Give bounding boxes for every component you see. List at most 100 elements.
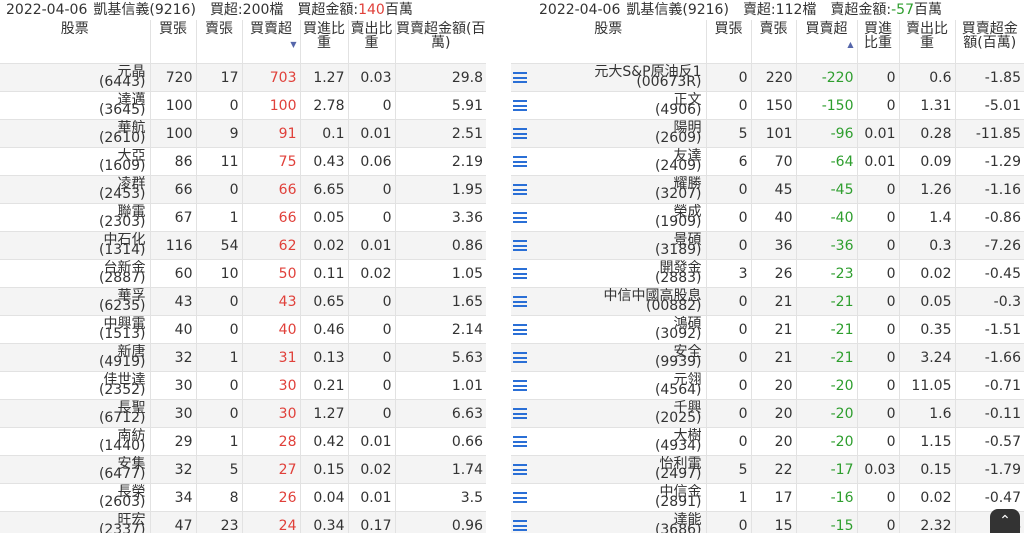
table-row[interactable]: 安集 (6477) 32 5 27 0.15 0.02 1.74: [0, 455, 486, 484]
stock-cell[interactable]: 友達 (2409): [511, 147, 706, 176]
table-row[interactable]: 大亞 (1609) 86 11 75 0.43 0.06 2.19: [0, 147, 486, 176]
table-row[interactable]: 元翎 (4564) 0 20 -20 0 11.05 -0.71: [511, 371, 1024, 400]
table-row[interactable]: 旺宏 (2337) 47 23 24 0.34 0.17 0.96: [0, 511, 486, 533]
table-row[interactable]: 安全 (9939) 0 21 -21 0 3.24 -1.66: [511, 343, 1024, 372]
table-row[interactable]: 正文 (4906) 0 150 -150 0 1.31 -5.01: [511, 91, 1024, 120]
cell-sell: 5: [195, 455, 242, 484]
stock-cell[interactable]: 千興 (2025): [511, 399, 706, 428]
column-header[interactable]: 賣出比重: [898, 20, 955, 64]
column-header[interactable]: 買賣超金額(百萬): [954, 20, 1024, 64]
stock-cell[interactable]: 中石化 (1314): [0, 231, 150, 260]
stock-cell[interactable]: 達能 (3686): [511, 511, 706, 533]
table-row[interactable]: 達邁 (3645) 100 0 100 2.78 0 5.91: [0, 91, 486, 120]
table-row[interactable]: 元大S&P原油反1 (00673R) 0 220 -220 0 0.6 -1.85: [511, 63, 1024, 92]
column-header[interactable]: 股票: [0, 20, 150, 64]
stock-cell[interactable]: 中信金 (2891): [511, 483, 706, 512]
stock-cell[interactable]: 大亞 (1609): [0, 147, 150, 176]
table-row[interactable]: 長聖 (6712) 30 0 30 1.27 0 6.63: [0, 399, 486, 428]
table-row[interactable]: 鴻碩 (3092) 0 21 -21 0 0.35 -1.51: [511, 315, 1024, 344]
table-row[interactable]: 友達 (2409) 6 70 -64 0.01 0.09 -1.29: [511, 147, 1024, 176]
stock-code: (00673R): [636, 73, 702, 90]
table-row[interactable]: 榮成 (1909) 0 40 -40 0 1.4 -0.86: [511, 203, 1024, 232]
cell-net: 30: [241, 371, 300, 400]
column-header[interactable]: 買張: [149, 20, 196, 64]
column-header[interactable]: 買進比重: [299, 20, 348, 64]
table-row[interactable]: 長榮 (2603) 34 8 26 0.04 0.01 3.5: [0, 483, 486, 512]
table-row[interactable]: 南紡 (1440) 29 1 28 0.42 0.01 0.66: [0, 427, 486, 456]
cell-sell: 10: [195, 259, 242, 288]
stock-cell[interactable]: 陽明 (2609): [511, 119, 706, 148]
table-row[interactable]: 怡利電 (2497) 5 22 -17 0.03 0.15 -1.79: [511, 455, 1024, 484]
stock-cell[interactable]: 聯電 (2303): [0, 203, 150, 232]
table-row[interactable]: 凌群 (2453) 66 0 66 6.65 0 1.95: [0, 175, 486, 204]
stock-cell[interactable]: 達邁 (3645): [0, 91, 150, 120]
stock-cell[interactable]: 旺宏 (2337): [0, 511, 150, 533]
cell-buy: 30: [149, 399, 196, 428]
stock-code: (1513): [98, 325, 146, 342]
cell-net: 24: [241, 511, 300, 533]
cell-sell: 9: [195, 119, 242, 148]
cell-buy-pct: 0.11: [299, 259, 348, 288]
stock-cell[interactable]: 安集 (6477): [0, 455, 150, 484]
table-row[interactable]: 聯電 (2303) 67 1 66 0.05 0 3.36: [0, 203, 486, 232]
stock-cell[interactable]: 中信中國高股息 (00882): [511, 287, 706, 316]
column-header[interactable]: 股票: [511, 20, 706, 64]
stock-cell[interactable]: 怡利電 (2497): [511, 455, 706, 484]
table-row[interactable]: 元晶 (6443) 720 17 703 1.27 0.03 29.8: [0, 63, 486, 92]
table-row[interactable]: 耀勝 (3207) 0 45 -45 0 1.26 -1.16: [511, 175, 1024, 204]
cell-sell: 54: [195, 231, 242, 260]
table-row[interactable]: 新唐 (4919) 32 1 31 0.13 0 5.63: [0, 343, 486, 372]
stock-cell[interactable]: 耀勝 (3207): [511, 175, 706, 204]
table-row[interactable]: 陽明 (2609) 5 101 -96 0.01 0.28 -11.85: [511, 119, 1024, 148]
stock-cell[interactable]: 元大S&P原油反1 (00673R): [511, 63, 706, 92]
table-row[interactable]: 開發金 (2883) 3 26 -23 0 0.02 -0.45: [511, 259, 1024, 288]
stock-cell[interactable]: 景碩 (3189): [511, 231, 706, 260]
table-row[interactable]: 中信中國高股息 (00882) 0 21 -21 0 0.05 -0.3: [511, 287, 1024, 316]
table-row[interactable]: 景碩 (3189) 0 36 -36 0 0.3 -7.26: [511, 231, 1024, 260]
column-header[interactable]: 買張: [705, 20, 751, 64]
stock-cell[interactable]: 大樹 (4934): [511, 427, 706, 456]
table-row[interactable]: 中興電 (1513) 40 0 40 0.46 0 2.14: [0, 315, 486, 344]
stock-cell[interactable]: 南紡 (1440): [0, 427, 150, 456]
column-header[interactable]: 買進比重: [856, 20, 899, 64]
stock-cell[interactable]: 佳世達 (2352): [0, 371, 150, 400]
stock-cell[interactable]: 長聖 (6712): [0, 399, 150, 428]
cell-sell: 0: [195, 371, 242, 400]
stock-cell[interactable]: 鴻碩 (3092): [511, 315, 706, 344]
stock-cell[interactable]: 凌群 (2453): [0, 175, 150, 204]
column-header[interactable]: 賣出比重: [347, 20, 395, 64]
stock-cell[interactable]: 元翎 (4564): [511, 371, 706, 400]
table-row[interactable]: 華孚 (6235) 43 0 43 0.65 0 1.65: [0, 287, 486, 316]
column-header[interactable]: 買賣超 ▲: [795, 20, 857, 64]
stock-cell[interactable]: 元晶 (6443): [0, 63, 150, 92]
cell-sell-pct: 0: [347, 203, 395, 232]
cell-buy-pct: 0.43: [299, 147, 348, 176]
column-header[interactable]: 賣張: [195, 20, 242, 64]
table-row[interactable]: 台新金 (2887) 60 10 50 0.11 0.02 1.05: [0, 259, 486, 288]
table-row[interactable]: 華航 (2610) 100 9 91 0.1 0.01 2.51: [0, 119, 486, 148]
stock-cell[interactable]: 正文 (4906): [511, 91, 706, 120]
stock-cell[interactable]: 中興電 (1513): [0, 315, 150, 344]
table-row[interactable]: 中石化 (1314) 116 54 62 0.02 0.01 0.86: [0, 231, 486, 260]
cell-amt: -0.3: [954, 287, 1024, 316]
table-row[interactable]: 千興 (2025) 0 20 -20 0 1.6 -0.11: [511, 399, 1024, 428]
cell-sell-pct: 0.28: [898, 119, 955, 148]
stock-cell[interactable]: 台新金 (2887): [0, 259, 150, 288]
table-row[interactable]: 達能 (3686) 015-1502.32-0.4: [511, 511, 1024, 533]
table-row[interactable]: 佳世達 (2352) 30 0 30 0.21 0 1.01: [0, 371, 486, 400]
stock-cell[interactable]: 華孚 (6235): [0, 287, 150, 316]
stock-cell[interactable]: 長榮 (2603): [0, 483, 150, 512]
table-row[interactable]: 大樹 (4934) 0 20 -20 0 1.15 -0.57: [511, 427, 1024, 456]
table-row[interactable]: 中信金 (2891) 1 17 -16 0 0.02 -0.47: [511, 483, 1024, 512]
column-header[interactable]: 買賣超 ▼: [241, 20, 300, 64]
column-header[interactable]: 買賣超金額(百萬): [394, 20, 486, 64]
scroll-top-button[interactable]: ⌃: [990, 509, 1020, 533]
stock-cell[interactable]: 華航 (2610): [0, 119, 150, 148]
stock-cell[interactable]: 安全 (9939): [511, 343, 706, 372]
column-header[interactable]: 賣張: [750, 20, 796, 64]
stock-cell[interactable]: 榮成 (1909): [511, 203, 706, 232]
cell-buy: 40: [149, 315, 196, 344]
stock-cell[interactable]: 開發金 (2883): [511, 259, 706, 288]
stock-cell[interactable]: 新唐 (4919): [0, 343, 150, 372]
cell-buy: 720: [149, 63, 196, 92]
